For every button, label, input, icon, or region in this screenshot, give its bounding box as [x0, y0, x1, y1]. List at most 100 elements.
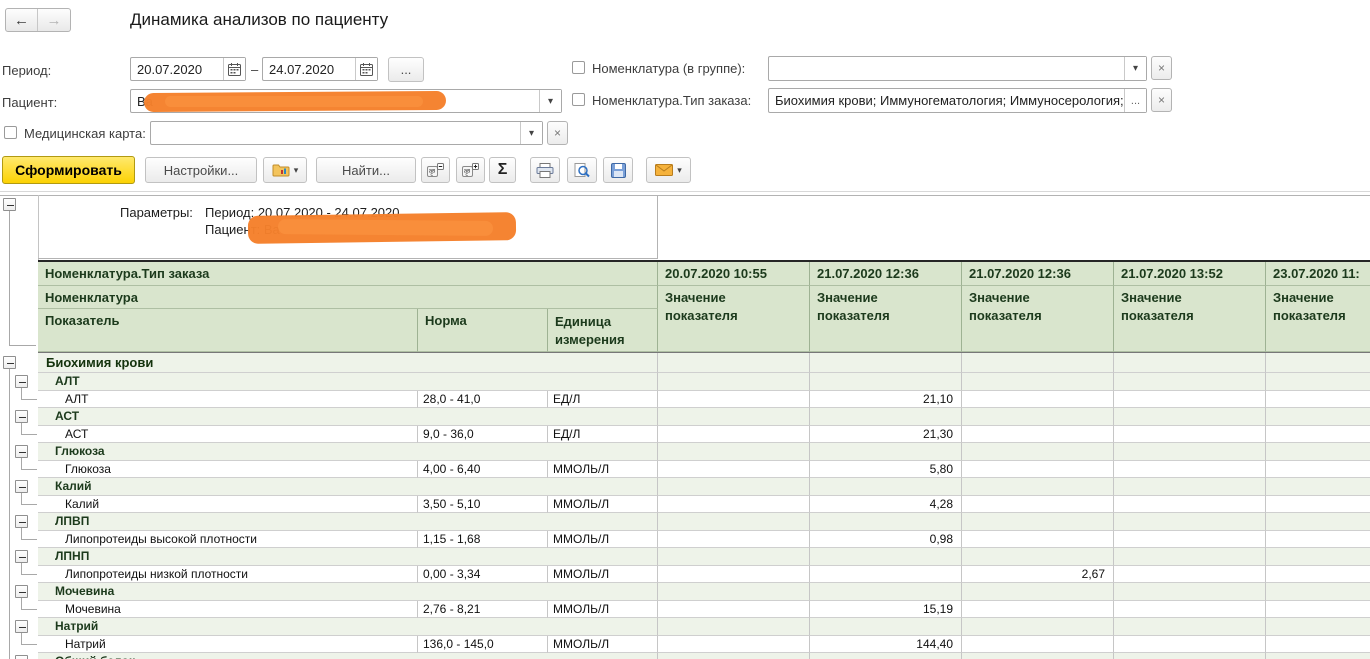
group-name-cell[interactable]: Биохимия крови: [38, 353, 658, 373]
settings-button[interactable]: Настройки...: [145, 157, 257, 183]
value-cell[interactable]: [1114, 531, 1266, 549]
norm-cell[interactable]: 1,15 - 1,68: [418, 531, 548, 549]
group-value-cell[interactable]: [1114, 408, 1266, 426]
value-cell[interactable]: [658, 496, 810, 514]
value-label-cell[interactable]: Значение показателя: [810, 286, 962, 352]
group-value-cell[interactable]: [962, 548, 1114, 566]
group-value-cell[interactable]: [962, 408, 1114, 426]
group-value-cell[interactable]: [810, 583, 962, 601]
unit-cell[interactable]: ММОЛЬ/Л: [548, 566, 658, 584]
nomgroup-dropdown-button[interactable]: [1124, 57, 1146, 80]
value-cell[interactable]: [962, 426, 1114, 444]
value-cell[interactable]: [1114, 461, 1266, 479]
unit-cell[interactable]: ММОЛЬ/Л: [548, 636, 658, 654]
collapse-toggle[interactable]: [15, 515, 28, 528]
back-button[interactable]: ←: [6, 9, 38, 31]
group-value-cell[interactable]: [1266, 478, 1370, 496]
value-label-cell[interactable]: Значение показателя: [1266, 286, 1370, 352]
collapse-toggle[interactable]: [15, 655, 28, 659]
group-value-cell[interactable]: [1114, 353, 1266, 373]
nomgroup-clear-button[interactable]: [1151, 56, 1172, 80]
date-column-header[interactable]: 20.07.2020 10:55: [658, 262, 810, 286]
value-label-cell[interactable]: Значение показателя: [962, 286, 1114, 352]
value-cell[interactable]: [962, 601, 1114, 619]
group-value-cell[interactable]: [1266, 353, 1370, 373]
nomgroup-field[interactable]: [768, 56, 1147, 81]
unit-cell[interactable]: ММОЛЬ/Л: [548, 601, 658, 619]
date-column-header[interactable]: 21.07.2020 13:52: [1114, 262, 1266, 286]
header-norm[interactable]: Норма: [418, 309, 548, 352]
group-value-cell[interactable]: [962, 583, 1114, 601]
value-cell[interactable]: 144,40: [810, 636, 962, 654]
value-cell[interactable]: [658, 461, 810, 479]
print-button[interactable]: [530, 157, 560, 183]
indicator-cell[interactable]: Натрий: [38, 636, 418, 654]
group-value-cell[interactable]: [658, 478, 810, 496]
indicator-cell[interactable]: Глюкоза: [38, 461, 418, 479]
group-name-cell[interactable]: Калий: [38, 478, 658, 496]
header-nomenclature[interactable]: Номенклатура: [38, 286, 658, 309]
value-cell[interactable]: [962, 636, 1114, 654]
group-value-cell[interactable]: [810, 478, 962, 496]
value-cell[interactable]: [962, 461, 1114, 479]
indicator-cell[interactable]: АСТ: [38, 426, 418, 444]
nomtype-more-button[interactable]: ...: [1124, 89, 1146, 112]
group-value-cell[interactable]: [658, 618, 810, 636]
group-value-cell[interactable]: [810, 618, 962, 636]
group-value-cell[interactable]: [810, 513, 962, 531]
group-value-cell[interactable]: [962, 478, 1114, 496]
nomtype-field[interactable]: Биохимия крови; Иммуногематология; Иммун…: [768, 88, 1147, 113]
group-name-cell[interactable]: ЛПНП: [38, 548, 658, 566]
group-value-cell[interactable]: [1114, 583, 1266, 601]
value-label-cell[interactable]: Значение показателя: [1114, 286, 1266, 352]
group-value-cell[interactable]: [1114, 373, 1266, 391]
group-value-cell[interactable]: [658, 653, 810, 659]
group-value-cell[interactable]: [810, 548, 962, 566]
group-value-cell[interactable]: [1266, 513, 1370, 531]
group-value-cell[interactable]: [658, 583, 810, 601]
value-cell[interactable]: [658, 566, 810, 584]
value-cell[interactable]: [1266, 496, 1370, 514]
period-to-field[interactable]: 24.07.2020: [262, 57, 378, 81]
indicator-cell[interactable]: Мочевина: [38, 601, 418, 619]
medcard-dropdown-button[interactable]: [520, 122, 542, 144]
patient-dropdown-button[interactable]: [539, 90, 561, 112]
value-cell[interactable]: [1266, 391, 1370, 409]
group-value-cell[interactable]: [810, 443, 962, 461]
norm-cell[interactable]: 0,00 - 3,34: [418, 566, 548, 584]
value-cell[interactable]: [962, 496, 1114, 514]
value-cell[interactable]: [1114, 426, 1266, 444]
collapse-toggle[interactable]: [15, 445, 28, 458]
value-label-cell[interactable]: Значение показателя: [658, 286, 810, 352]
value-cell[interactable]: 0,98: [810, 531, 962, 549]
group-name-cell[interactable]: Общий белок: [38, 653, 658, 659]
value-cell[interactable]: [1114, 636, 1266, 654]
value-cell[interactable]: 4,28: [810, 496, 962, 514]
group-value-cell[interactable]: [962, 353, 1114, 373]
period-to-calendar-button[interactable]: [355, 58, 377, 80]
group-name-cell[interactable]: Глюкоза: [38, 443, 658, 461]
group-name-cell[interactable]: Натрий: [38, 618, 658, 636]
collapse-toggle[interactable]: [3, 356, 16, 369]
collapse-toggle[interactable]: [3, 198, 16, 211]
indicator-cell[interactable]: Калий: [38, 496, 418, 514]
group-name-cell[interactable]: АСТ: [38, 408, 658, 426]
group-value-cell[interactable]: [1266, 443, 1370, 461]
group-value-cell[interactable]: [1114, 548, 1266, 566]
group-value-cell[interactable]: [810, 353, 962, 373]
date-column-header[interactable]: 21.07.2020 12:36: [962, 262, 1114, 286]
header-indicator[interactable]: Показатель: [38, 309, 418, 352]
value-cell[interactable]: [1114, 496, 1266, 514]
value-cell[interactable]: [1266, 636, 1370, 654]
group-value-cell[interactable]: [658, 373, 810, 391]
group-name-cell[interactable]: ЛПВП: [38, 513, 658, 531]
collapse-toggle[interactable]: [15, 480, 28, 493]
group-value-cell[interactable]: [1114, 443, 1266, 461]
value-cell[interactable]: [1266, 461, 1370, 479]
medcard-clear-button[interactable]: [547, 121, 568, 145]
email-button[interactable]: ▾: [646, 157, 691, 183]
period-from-field[interactable]: 20.07.2020: [130, 57, 246, 81]
collapse-toggle[interactable]: [15, 410, 28, 423]
generate-button[interactable]: Сформировать: [2, 156, 135, 184]
expand-groups-button[interactable]: авс: [456, 157, 485, 183]
